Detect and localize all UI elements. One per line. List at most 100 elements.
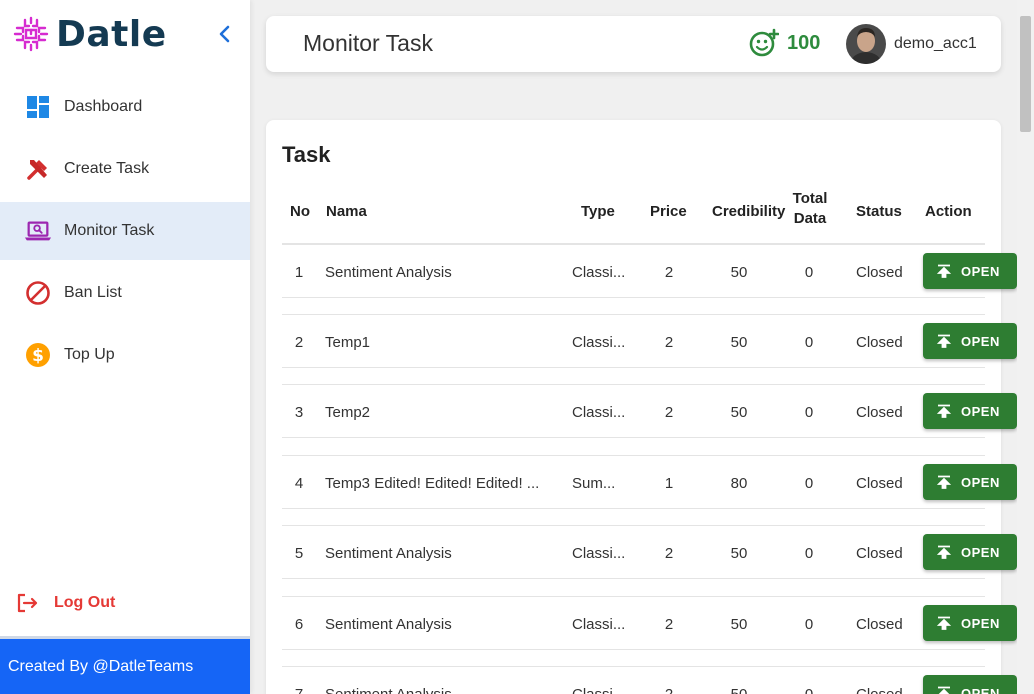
cell-type: Classi...: [572, 686, 628, 694]
cell-price: 2: [654, 686, 684, 694]
tools-icon: [24, 155, 52, 183]
sidebar-item-top-up[interactable]: $ Top Up: [0, 326, 250, 384]
open-button[interactable]: OPEN: [923, 393, 1017, 429]
cell-total-data: 0: [804, 264, 814, 281]
open-button[interactable]: OPEN: [923, 675, 1017, 694]
scrollbar-thumb[interactable]: [1020, 16, 1031, 132]
cell-total-data: 0: [804, 475, 814, 492]
cell-total-data: 0: [804, 545, 814, 562]
upload-icon: [937, 334, 951, 348]
cell-type: Sum...: [572, 475, 616, 492]
upload-icon: [937, 616, 951, 630]
footer-credit: Created By @DatleTeams: [8, 657, 194, 675]
cell-type: Classi...: [572, 334, 626, 351]
cell-no: 4: [294, 475, 304, 492]
cell-no: 6: [294, 616, 304, 633]
cell-status: Closed: [856, 404, 903, 421]
points-indicator: 100: [749, 28, 820, 58]
card-title: Task: [282, 142, 331, 167]
cell-no: 3: [294, 404, 304, 421]
logout-icon: [17, 593, 38, 613]
cell-type: Classi...: [572, 404, 626, 421]
sidebar-item-label: Dashboard: [64, 98, 143, 115]
column-header-credibility: Credibility: [712, 203, 786, 220]
sidebar-item-dashboard[interactable]: Dashboard: [0, 78, 250, 136]
sidebar-item-ban-list[interactable]: Ban List: [0, 264, 250, 322]
open-button[interactable]: OPEN: [923, 605, 1017, 641]
column-header-nama: Nama: [326, 203, 367, 220]
column-header-no: No: [290, 203, 310, 220]
cell-name: Sentiment Analysis: [325, 264, 452, 281]
sidebar-item-label: Top Up: [64, 346, 115, 363]
cell-total-data: 0: [804, 334, 814, 351]
cell-credibility: 50: [730, 334, 748, 351]
open-button[interactable]: OPEN: [923, 464, 1017, 500]
page-title: Monitor Task: [303, 30, 433, 56]
smiley-plus-icon: [749, 28, 779, 57]
brand[interactable]: Datle: [12, 12, 167, 56]
column-header-status: Status: [856, 203, 902, 220]
table-row: 4 Temp3 Edited! Edited! Edited! ... Sum.…: [282, 455, 1017, 509]
open-button[interactable]: OPEN: [923, 253, 1017, 289]
cell-name: Temp3 Edited! Edited! Edited! ...: [325, 475, 540, 492]
sidebar-item-monitor-task[interactable]: Monitor Task: [0, 202, 250, 260]
table-row: 1 Sentiment Analysis Classi... 2 50 0 Cl…: [282, 244, 1017, 298]
laptop-search-icon: [24, 217, 52, 245]
cell-total-data: 0: [804, 404, 814, 421]
cell-name: Sentiment Analysis: [325, 545, 452, 562]
cell-no: 2: [294, 334, 304, 351]
cell-price: 2: [664, 545, 674, 562]
dollar-icon: $: [24, 341, 52, 369]
upload-icon: [937, 404, 951, 418]
column-header-total-line1: Total: [792, 190, 828, 207]
sidebar-nav: Dashboard Create Task Monitor Task Ban L…: [0, 78, 250, 388]
table-row: 5 Sentiment Analysis Classi... 2 50 0 Cl…: [282, 525, 1017, 579]
cell-credibility: 50: [730, 545, 748, 562]
open-button-label: OPEN: [961, 403, 1000, 419]
open-button-label: OPEN: [961, 474, 1000, 490]
open-button-label: OPEN: [961, 333, 1000, 349]
cell-status: Closed: [856, 475, 903, 492]
points-value: 100: [787, 31, 821, 54]
cell-credibility: 50: [730, 616, 748, 633]
cell-price: 2: [664, 264, 674, 281]
cell-type: Classi...: [572, 264, 626, 281]
cell-status: Closed: [856, 545, 903, 562]
cell-status: Closed: [856, 616, 903, 633]
cell-credibility: 50: [722, 686, 756, 694]
cell-price: 2: [664, 616, 674, 633]
open-button[interactable]: OPEN: [923, 323, 1017, 359]
cell-status: Closed: [856, 686, 903, 694]
chevron-left-icon: [219, 25, 230, 43]
open-button-label: OPEN: [961, 685, 1000, 694]
column-header-action: Action: [925, 203, 972, 220]
cell-type: Classi...: [572, 616, 626, 633]
column-header-total-line2: Data: [793, 210, 827, 227]
cell-status: Closed: [856, 334, 903, 351]
brand-logo-icon: [13, 16, 49, 52]
cell-price: 2: [664, 334, 674, 351]
cell-total-data: 0: [798, 686, 820, 694]
open-button-label: OPEN: [961, 263, 1000, 279]
cell-status: Closed: [856, 264, 903, 281]
sidebar-item-create-task[interactable]: Create Task: [0, 140, 250, 198]
logout-button[interactable]: Log Out: [16, 588, 115, 618]
cell-no: 7: [292, 686, 306, 694]
cell-total-data: 0: [804, 616, 814, 633]
logout-label: Log Out: [54, 594, 116, 611]
table-header: No Nama Type Price Credibility Total Dat…: [282, 186, 985, 244]
upload-icon: [937, 545, 951, 559]
open-button[interactable]: OPEN: [923, 534, 1017, 570]
cell-no: 5: [294, 545, 304, 562]
collapse-sidebar-button[interactable]: [214, 22, 236, 46]
upload-icon: [937, 475, 951, 489]
top-header: Monitor Task 100 demo_acc1: [266, 16, 1001, 72]
table-row: 3 Temp2 Classi... 2 50 0 Closed OPEN: [282, 384, 1017, 438]
avatar[interactable]: [846, 24, 886, 64]
username[interactable]: demo_acc1: [894, 35, 977, 53]
cell-price: 1: [664, 475, 674, 492]
table-row: 6 Sentiment Analysis Classi... 2 50 0 Cl…: [282, 596, 1017, 650]
table-row: 7 Sentiment Analysis Classi... 2 50 0 Cl…: [282, 666, 1017, 694]
page-scrollbar[interactable]: [1017, 0, 1034, 694]
sidebar: Datle Dashboard Create Task Monitor Task…: [0, 0, 250, 694]
